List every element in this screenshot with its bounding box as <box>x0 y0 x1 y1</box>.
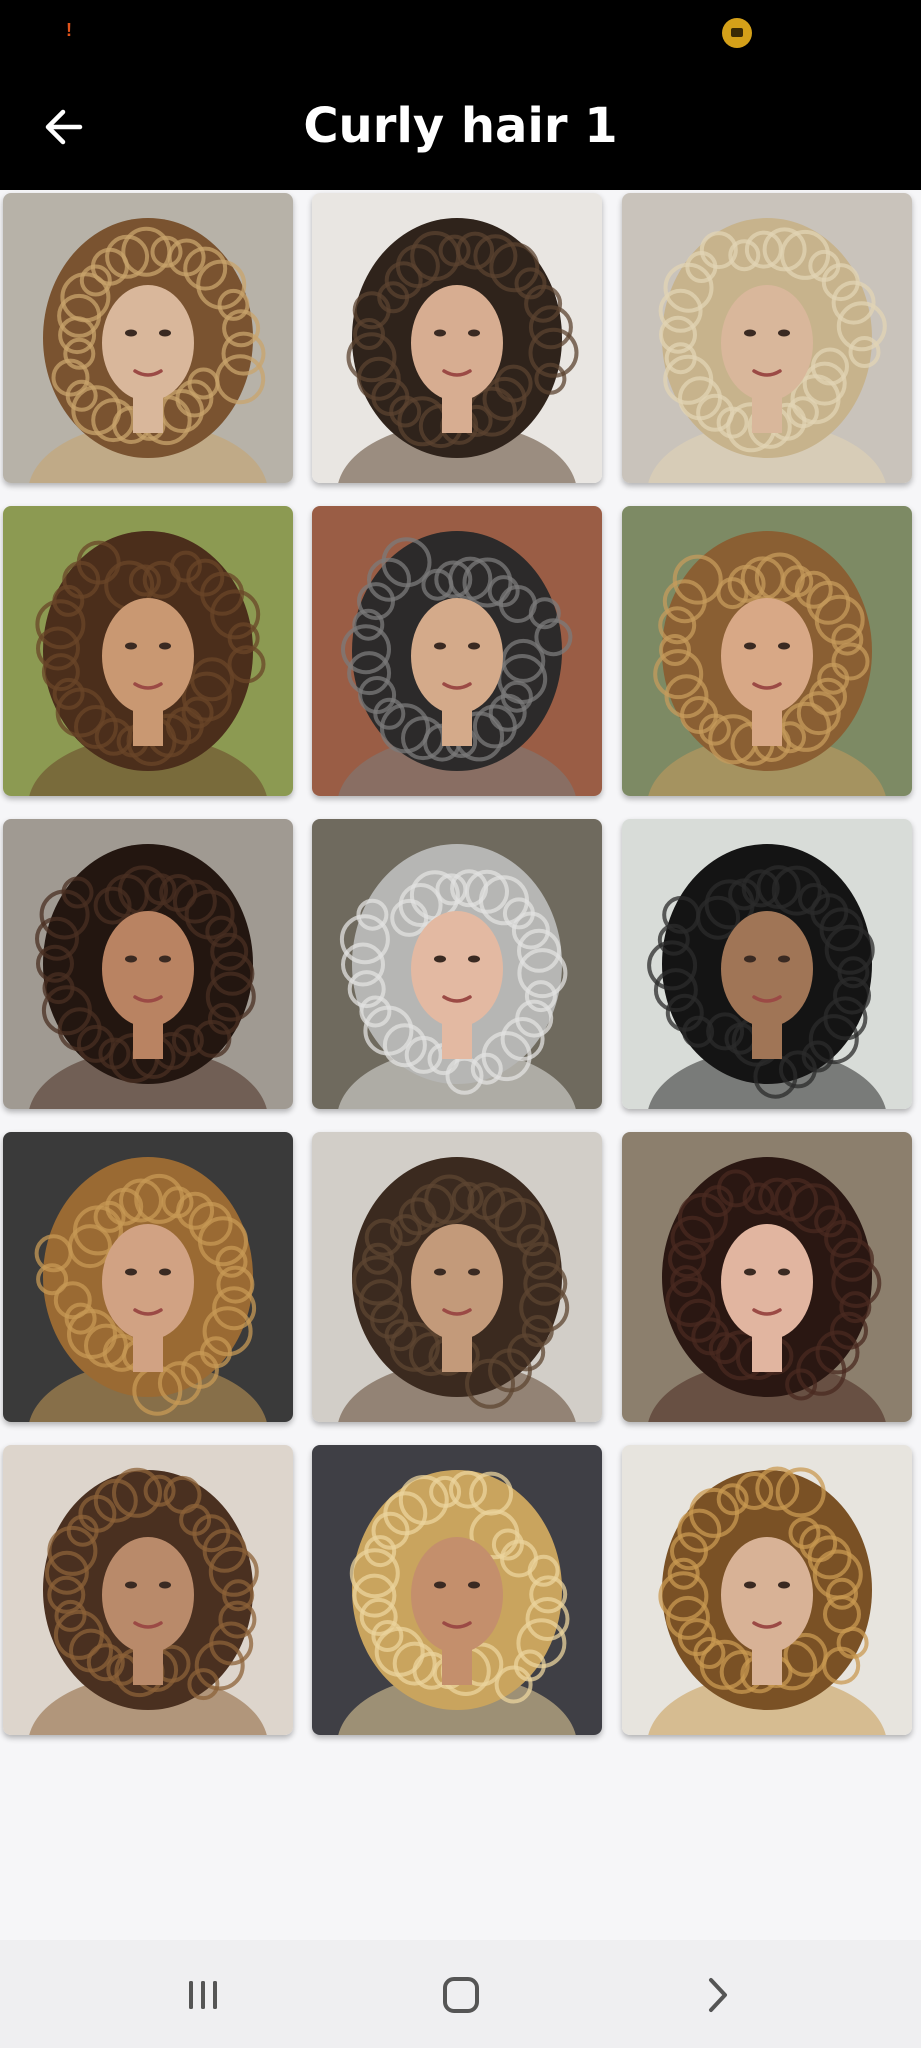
recents-icon <box>189 1981 217 2009</box>
hairstyle-photo <box>3 819 293 1109</box>
curly-photo-6[interactable] <box>622 506 912 796</box>
status-bar: ! <box>0 0 921 64</box>
curly-photo-15[interactable] <box>622 1445 912 1735</box>
hairstyle-photo <box>622 819 912 1109</box>
system-nav-bar <box>0 1940 921 2048</box>
curly-photo-7[interactable] <box>3 819 293 1109</box>
hairstyle-photo <box>622 193 912 483</box>
hairstyle-photo <box>3 1445 293 1735</box>
hairstyle-photo <box>622 506 912 796</box>
hairstyle-photo <box>622 1132 912 1422</box>
curly-photo-9[interactable] <box>622 819 912 1109</box>
page-title: Curly hair 1 <box>303 98 618 154</box>
curly-photo-2[interactable] <box>312 193 602 483</box>
curly-photo-8[interactable] <box>312 819 602 1109</box>
hairstyle-photo <box>3 506 293 796</box>
curly-photo-12[interactable] <box>622 1132 912 1422</box>
hairstyle-photo <box>312 506 602 796</box>
alert-icon: ! <box>66 20 72 40</box>
curly-photo-4[interactable] <box>3 506 293 796</box>
hairstyle-photo <box>622 1445 912 1735</box>
curly-photo-11[interactable] <box>312 1132 602 1422</box>
hairstyle-photo <box>312 1445 602 1735</box>
notification-badge-icon <box>722 18 752 48</box>
curly-photo-14[interactable] <box>312 1445 602 1735</box>
hairstyle-photo <box>3 1132 293 1422</box>
chevron-right-icon <box>709 1978 727 2012</box>
curly-photo-1[interactable] <box>3 193 293 483</box>
curly-photo-13[interactable] <box>3 1445 293 1735</box>
curly-photo-5[interactable] <box>312 506 602 796</box>
hairstyle-photo <box>3 193 293 483</box>
curly-photo-10[interactable] <box>3 1132 293 1422</box>
curly-photo-3[interactable] <box>622 193 912 483</box>
app-bar: Curly hair 1 <box>0 64 921 190</box>
home-icon <box>443 1977 479 2013</box>
hairstyle-photo <box>312 1132 602 1422</box>
home-button[interactable] <box>401 1960 521 2030</box>
recents-button[interactable] <box>143 1960 263 2030</box>
hairstyle-photo <box>312 819 602 1109</box>
hairstyle-photo <box>312 193 602 483</box>
nav-back-button[interactable] <box>658 1960 778 2030</box>
